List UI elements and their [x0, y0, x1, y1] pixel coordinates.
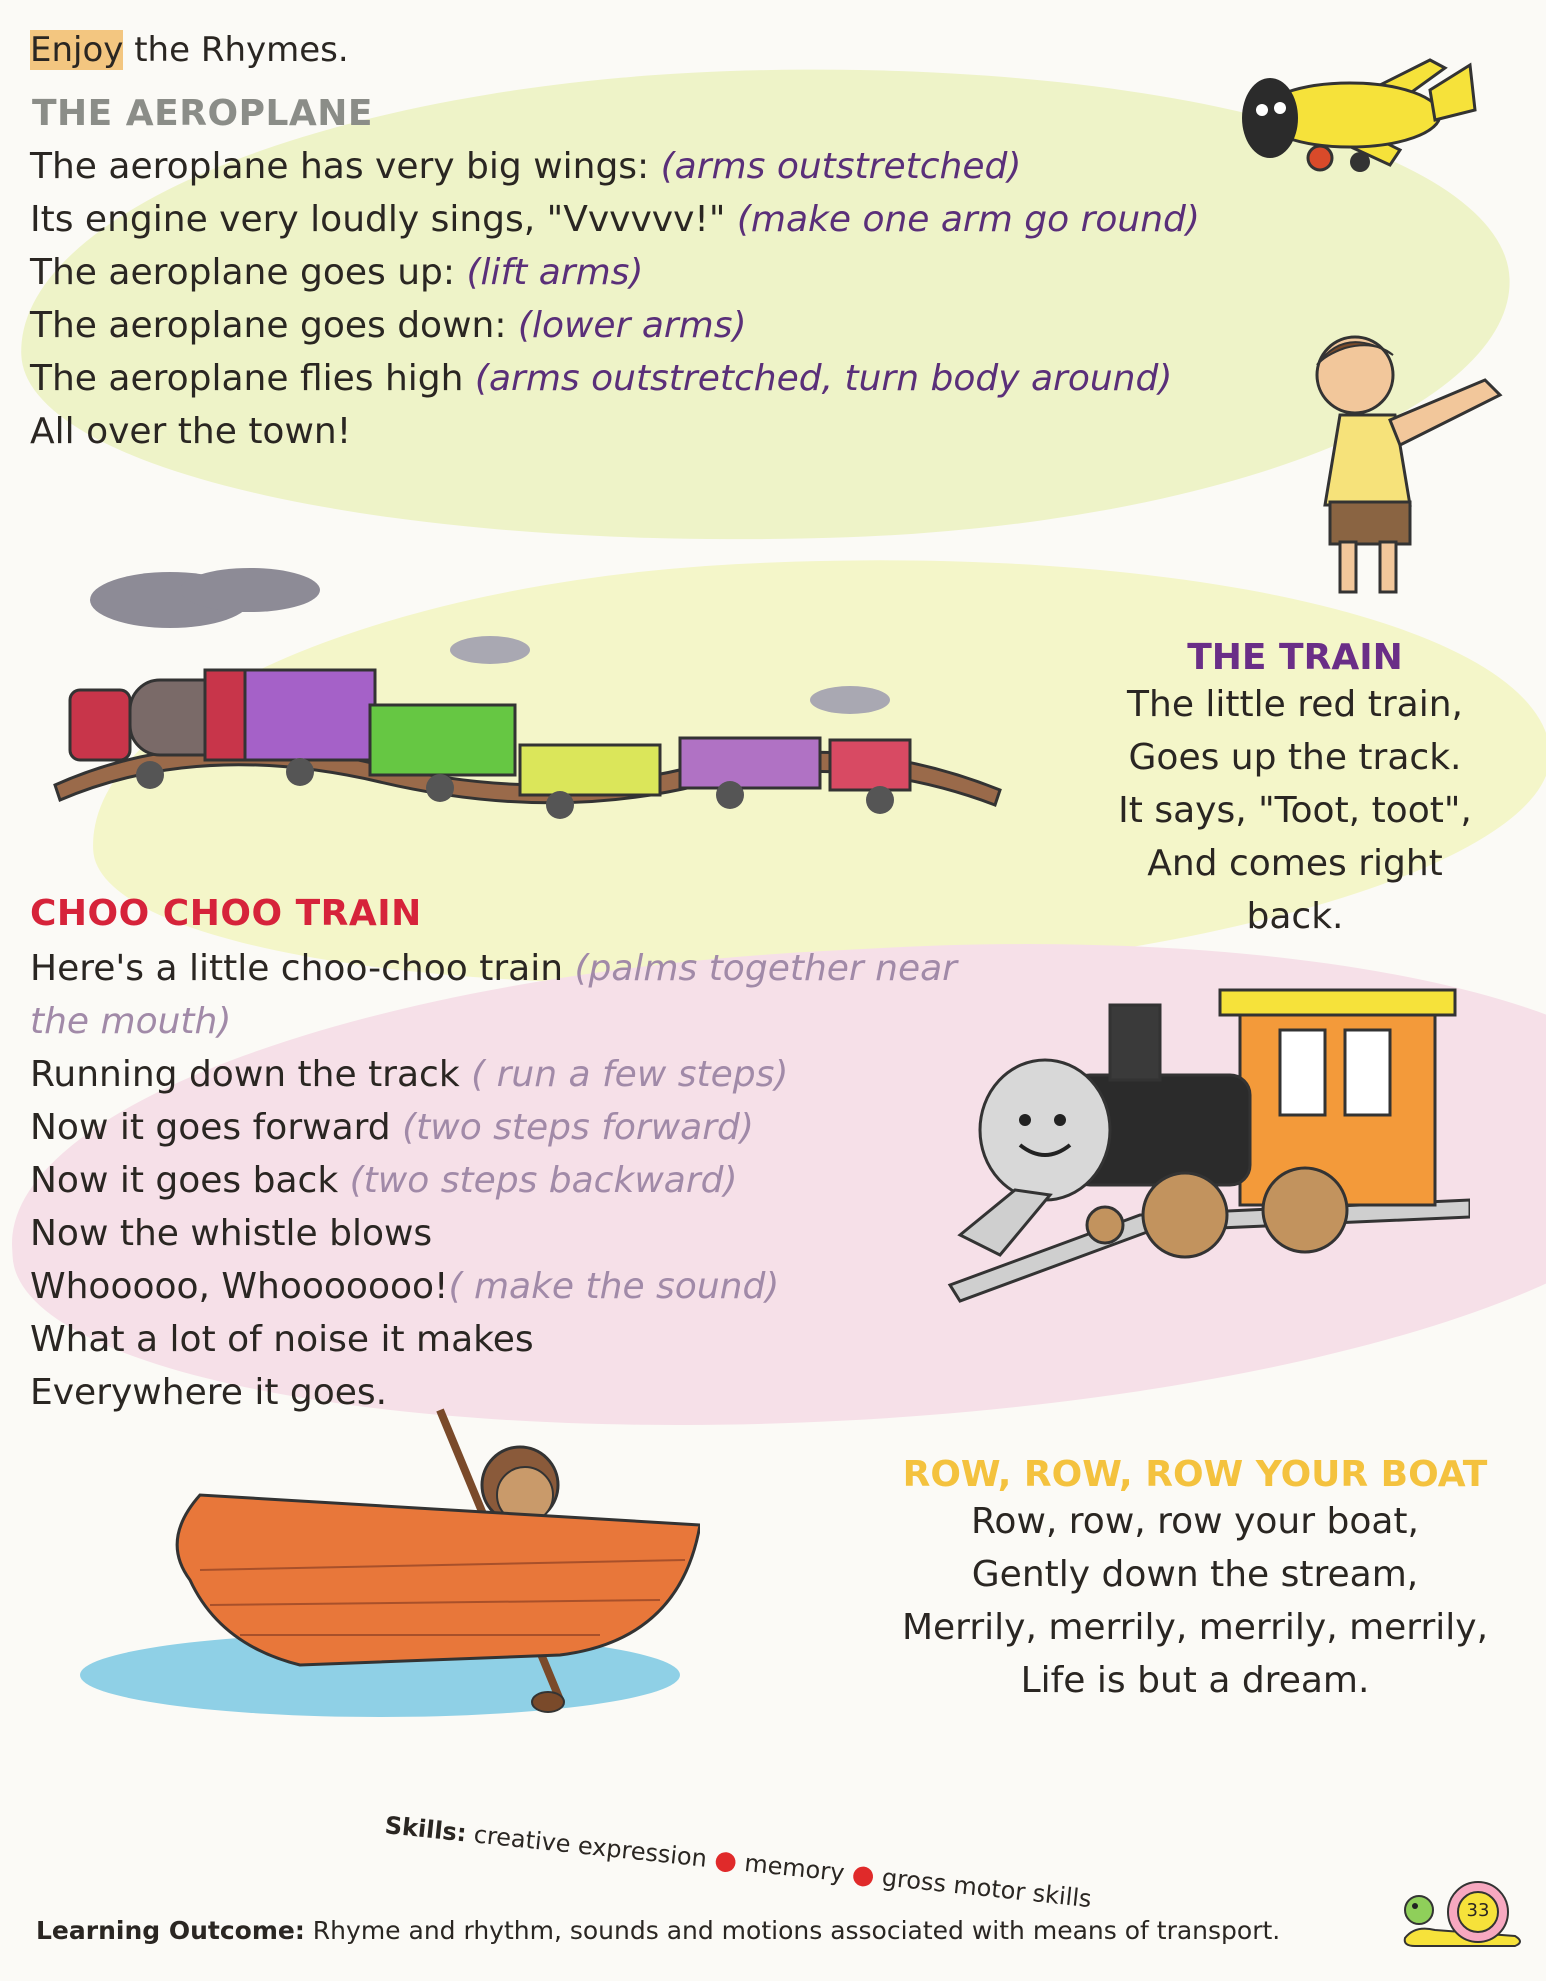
- rhyme-line: Life is but a dream.: [1020, 1660, 1370, 1701]
- learning-outcome-label: Learning Outcome:: [36, 1916, 305, 1945]
- aeroplane-title: THE AEROPLANE: [32, 93, 373, 134]
- line-text: Its engine very loudly sings, "Vvvvvv!": [30, 199, 737, 240]
- bullet-dot-icon: ●: [850, 1859, 877, 1892]
- learning-outcome-text: Rhyme and rhythm, sounds and motions ass…: [304, 1916, 1281, 1945]
- rhyme-line: The aeroplane has very big wings: (arms …: [30, 140, 1200, 193]
- rhyme-line: Gently down the stream,: [971, 1554, 1419, 1595]
- line-action: (palms together near: [574, 948, 957, 989]
- rhyme-line: And comes right: [1147, 843, 1443, 884]
- rhyme-line: Merrily, merrily, merrily, merrily,: [901, 1607, 1489, 1648]
- skill-item: gross motor skills: [880, 1863, 1093, 1914]
- line-text: The aeroplane has very big wings:: [30, 146, 661, 187]
- skill-item: memory: [743, 1848, 846, 1888]
- rhyme-line: Running down the track ( run a few steps…: [30, 1048, 957, 1101]
- rhyme-line: The aeroplane goes down: (lower arms): [30, 299, 1200, 352]
- intro-heading: Enjoy the Rhymes.: [30, 30, 349, 70]
- rhyme-line: Now it goes forward (two steps forward): [30, 1101, 957, 1154]
- line-text: What a lot of noise it makes: [30, 1319, 534, 1360]
- aeroplane-rhyme: The aeroplane has very big wings: (arms …: [30, 140, 1200, 458]
- choo-choo-title: CHOO CHOO TRAIN: [30, 893, 422, 934]
- train-rhyme: THE TRAIN The little red train, Goes up …: [1070, 637, 1520, 943]
- boy-illustration: [1315, 335, 1503, 594]
- line-action: ( run a few steps): [471, 1054, 789, 1095]
- rhyme-line: Whooooo, Whooooooo!( make the sound): [30, 1260, 957, 1313]
- boat-title: ROW, ROW, ROW YOUR BOAT: [902, 1454, 1488, 1495]
- rhyme-line: Its engine very loudly sings, "Vvvvvv!" …: [30, 193, 1200, 246]
- boat-rhyme: ROW, ROW, ROW YOUR BOAT Row, row, row yo…: [880, 1454, 1510, 1707]
- line-text: Whooooo, Whooooooo!: [30, 1266, 449, 1307]
- line-text: Now it goes forward: [30, 1107, 403, 1148]
- line-action: (arms outstretched): [660, 146, 1022, 187]
- line-action: ( make the sound): [448, 1266, 780, 1307]
- rhyme-line: It says, "Toot, toot",: [1118, 790, 1472, 831]
- line-action: (lower arms): [517, 305, 747, 346]
- line-text: Here's a little choo-choo train: [30, 948, 575, 989]
- line-text: Now it goes back: [30, 1160, 350, 1201]
- rhyme-line: The aeroplane goes up: (lift arms): [30, 246, 1200, 299]
- line-action: (make one arm go round): [736, 199, 1200, 240]
- girl-rowing-boat-illustration: [80, 1408, 700, 1717]
- line-text: The aeroplane goes down:: [30, 305, 518, 346]
- rhyme-line: the mouth): [30, 995, 957, 1048]
- intro-rest: the Rhymes.: [123, 30, 349, 70]
- skills-line: Skills: creative expression ● memory ● g…: [383, 1810, 1093, 1914]
- skill-item: creative expression: [472, 1820, 709, 1873]
- line-text: The aeroplane goes up:: [30, 252, 467, 293]
- learning-outcome: Learning Outcome: Rhyme and rhythm, soun…: [36, 1916, 1280, 1945]
- aeroplane-illustration: [1242, 58, 1477, 172]
- line-action: (lift arms): [466, 252, 644, 293]
- line-action: (two steps forward): [402, 1107, 754, 1148]
- rhyme-line: The aeroplane flies high (arms outstretc…: [30, 352, 1200, 405]
- rhyme-line: Here's a little choo-choo train (palms t…: [30, 942, 957, 995]
- line-action: (two steps backward): [349, 1160, 738, 1201]
- bullet-dot-icon: ●: [712, 1844, 739, 1877]
- rhyme-line: Goes up the track.: [1128, 737, 1462, 778]
- intro-highlight: Enjoy: [30, 30, 124, 70]
- rhyme-line: Now the whistle blows: [30, 1207, 957, 1260]
- line-text: Running down the track: [30, 1054, 472, 1095]
- rhyme-line: back.: [1246, 896, 1344, 937]
- rhyme-line: Row, row, row your boat,: [971, 1501, 1419, 1542]
- page-number: 33: [1466, 1900, 1490, 1921]
- steam-engine-illustration: [947, 988, 1470, 1303]
- line-text: All over the town!: [30, 411, 352, 452]
- choo-choo-rhyme: Here's a little choo-choo train (palms t…: [30, 942, 957, 1419]
- line-text: The aeroplane flies high: [30, 358, 475, 399]
- rhyme-line: Now it goes back (two steps backward): [30, 1154, 957, 1207]
- train-title: THE TRAIN: [1187, 637, 1403, 678]
- line-action: (arms outstretched, turn body around): [474, 358, 1173, 399]
- train-illustration: [53, 568, 1002, 819]
- rhyme-line: All over the town!: [30, 405, 1200, 458]
- line-text: Now the whistle blows: [30, 1213, 433, 1254]
- line-action: the mouth): [30, 1001, 232, 1042]
- rhyme-line: What a lot of noise it makes: [30, 1313, 957, 1366]
- skills-label: Skills:: [383, 1811, 468, 1848]
- rhyme-line: The little red train,: [1127, 684, 1463, 725]
